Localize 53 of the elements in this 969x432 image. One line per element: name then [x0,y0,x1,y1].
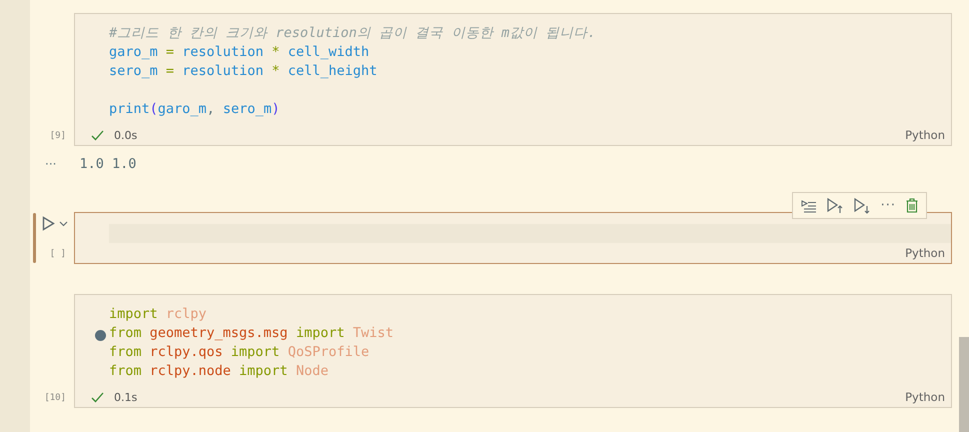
code-identifier: cell_height [288,63,378,79]
code-name: QoSProfile [288,344,370,360]
input-field[interactable] [109,224,951,243]
code-paren: ( [150,101,158,117]
code-cell[interactable]: Python [74,212,952,264]
code-cell[interactable]: import rclpy from geometry_msgs.msg import Twist from rclpy.qos import QoSProfile from rclpy.node import Node 0.1s Python [74,294,952,408]
scrollbar-thumb[interactable] [959,337,969,432]
code-identifier: garo_m [158,101,207,117]
code-module: rclpy.qos [150,344,224,360]
output-text: 1.0 1.0 [79,156,136,172]
code-identifier: resolution [182,63,264,79]
code-text: , [206,101,216,117]
code-identifier: resolution [182,44,264,60]
code-keyword: from [109,325,143,341]
execution-time: 0.1s [114,390,138,404]
code-identifier: sero_m [222,101,272,117]
more-button[interactable]: ··· [880,198,896,213]
execution-count: [10] [44,393,66,403]
code-identifier: garo_m [109,44,158,60]
code-operator: = [164,44,176,60]
execution-count: [9] [50,131,66,141]
code-identifier: sero_m [109,63,158,79]
run-by-line-icon[interactable] [800,198,817,212]
code-module: geometry_msgs.msg [150,325,289,341]
language-label[interactable]: Python [905,128,945,142]
code-cell[interactable]: #그리드 한 칸의 크기와 resolution의 곱이 결국 이동한 m값이 됩니다. garo_m = resolution * cell_width sero_m = resolution * cell_height print(garo_m, sero_m) 0.0s Python [74,13,952,146]
code-keyword: import [239,363,289,379]
code-name: Node [296,363,328,379]
execution-time: 0.0s [114,128,138,142]
run-above-icon[interactable] [826,198,844,214]
output-menu-button[interactable]: ··· [45,157,56,171]
code-keyword: from [109,363,143,379]
code-operator: * [270,44,281,60]
chevron-down-icon[interactable] [59,220,68,226]
code-name: Twist [352,325,394,341]
code-comment: #그리드 한 칸의 크기와 resolution의 곱이 결국 이동한 m값이 됩니다. [109,25,596,41]
code-keyword: import [230,344,281,360]
execution-count: [ ] [50,249,66,259]
code-operator: * [270,63,281,79]
language-label[interactable]: Python [905,246,945,260]
code-name: rclpy [166,306,207,322]
code-module: rclpy.node [150,363,232,379]
code-identifier: print [109,101,150,117]
trash-icon[interactable] [906,198,918,213]
language-label[interactable]: Python [905,390,945,404]
code-keyword: import [109,306,159,322]
run-icon[interactable] [42,216,55,231]
run-below-icon[interactable] [854,198,871,214]
code-operator: = [164,63,176,79]
code-paren: ) [272,101,280,117]
code-keyword: from [109,344,143,360]
code-identifier: cell_width [288,44,370,60]
code-keyword: import [296,325,346,341]
